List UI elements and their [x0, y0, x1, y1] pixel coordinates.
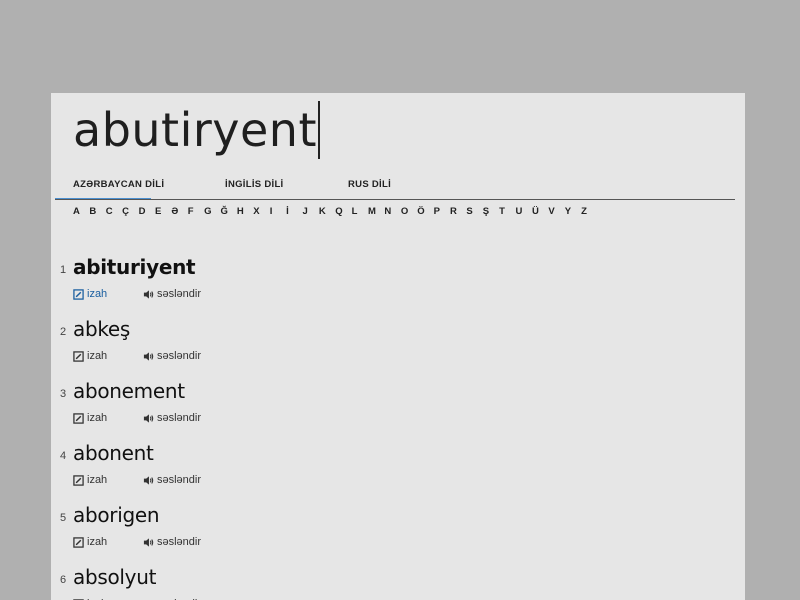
language-tabs: AZƏRBAYCAN DİLİ İNGİLİS DİLİ RUS DİLİ — [55, 179, 735, 201]
speaker-icon — [143, 351, 154, 362]
result-row: 4 abonent izah səsləndir — [51, 441, 745, 503]
alphabet-letter[interactable]: G — [204, 206, 220, 220]
alphabet-letter[interactable]: Z — [581, 206, 597, 220]
edit-box-icon — [73, 288, 84, 300]
alphabet-letter[interactable]: M — [368, 206, 384, 220]
seslendir-label: səsləndir — [157, 350, 202, 362]
alphabet-letter[interactable]: Q — [335, 206, 351, 220]
alphabet-letter[interactable]: Ç — [122, 206, 138, 220]
result-actions: izah səsləndir — [73, 288, 201, 300]
text-caret — [317, 101, 320, 159]
seslendir-label: səsləndir — [157, 536, 202, 548]
alphabet-letter[interactable]: F — [188, 206, 204, 220]
edit-box-icon — [73, 474, 84, 486]
seslendir-link[interactable]: səsləndir — [143, 288, 201, 300]
alphabet-letter[interactable]: Ğ — [221, 206, 237, 220]
result-actions: izah səsləndir — [73, 474, 201, 486]
seslendir-link[interactable]: səsləndir — [143, 536, 201, 548]
alphabet-letter[interactable]: L — [352, 206, 368, 220]
alphabet-letter[interactable]: T — [499, 206, 515, 220]
results-list: 1 abituriyent izah səsləndir 2 abkeş izah səslə… — [51, 255, 745, 600]
izah-link[interactable]: izah — [73, 536, 143, 548]
alphabet-index: ABCÇDEƏFGĞHXIİJKQLMNOÖPRSŞTUÜVYZ — [73, 206, 598, 220]
result-actions: izah səsləndir — [73, 536, 201, 548]
speaker-icon — [143, 475, 154, 486]
result-number: 4 — [60, 450, 67, 462]
alphabet-letter[interactable]: Ö — [417, 206, 433, 220]
alphabet-letter[interactable]: A — [73, 206, 89, 220]
alphabet-letter[interactable]: P — [434, 206, 450, 220]
seslendir-label: səsləndir — [157, 412, 202, 424]
tab-label: AZƏRBAYCAN DİLİ — [73, 179, 165, 190]
result-word[interactable]: abonement — [73, 379, 185, 403]
seslendir-link[interactable]: səsləndir — [143, 412, 201, 424]
result-number: 3 — [60, 388, 67, 400]
alphabet-letter[interactable]: I — [270, 206, 286, 220]
izah-label: izah — [87, 412, 108, 424]
result-word[interactable]: abituriyent — [73, 255, 196, 279]
alphabet-letter[interactable]: H — [237, 206, 253, 220]
tab-label: RUS DİLİ — [348, 179, 392, 190]
alphabet-letter[interactable]: E — [155, 206, 171, 220]
seslendir-link[interactable]: səsləndir — [143, 474, 201, 486]
edit-box-icon — [73, 412, 84, 424]
tabs-divider — [55, 199, 735, 200]
alphabet-letter[interactable]: N — [384, 206, 400, 220]
tab-english[interactable]: İNGİLİS DİLİ — [225, 179, 284, 190]
speaker-icon — [143, 537, 154, 548]
result-row: 5 aborigen izah səsləndir — [51, 503, 745, 565]
alphabet-letter[interactable]: Ə — [171, 206, 187, 220]
izah-link[interactable]: izah — [73, 474, 143, 486]
alphabet-letter[interactable]: Ş — [483, 206, 499, 220]
search-query-text: abutiryent — [73, 103, 317, 157]
izah-link[interactable]: izah — [73, 412, 143, 424]
result-row: 3 abonement izah səsləndir — [51, 379, 745, 441]
alphabet-letter[interactable]: Ü — [532, 206, 548, 220]
izah-label: izah — [87, 350, 108, 362]
izah-label: izah — [87, 288, 108, 300]
izah-label: izah — [87, 474, 108, 486]
result-word[interactable]: abkeş — [73, 317, 130, 341]
result-number: 5 — [60, 512, 67, 524]
seslendir-label: səsləndir — [157, 288, 202, 300]
speaker-icon — [143, 413, 154, 424]
tab-label: İNGİLİS DİLİ — [225, 179, 284, 190]
speaker-icon — [143, 289, 154, 300]
edit-box-icon — [73, 536, 84, 548]
result-actions: izah səsləndir — [73, 350, 201, 362]
izah-link[interactable]: izah — [73, 288, 143, 300]
result-word[interactable]: abonent — [73, 441, 154, 465]
result-number: 1 — [60, 264, 67, 276]
result-row: 1 abituriyent izah səsləndir — [51, 255, 745, 317]
tab-russian[interactable]: RUS DİLİ — [348, 179, 391, 190]
result-row: 2 abkeş izah səsləndir — [51, 317, 745, 379]
alphabet-letter[interactable]: X — [253, 206, 269, 220]
seslendir-label: səsləndir — [157, 474, 202, 486]
result-word[interactable]: aborigen — [73, 503, 160, 527]
result-word[interactable]: absolyut — [73, 565, 156, 589]
seslendir-link[interactable]: səsləndir — [143, 350, 201, 362]
alphabet-letter[interactable]: K — [319, 206, 335, 220]
tab-azerbaijani[interactable]: AZƏRBAYCAN DİLİ — [73, 179, 164, 190]
result-actions: izah səsləndir — [73, 412, 201, 424]
alphabet-letter[interactable]: O — [401, 206, 417, 220]
alphabet-letter[interactable]: S — [466, 206, 482, 220]
alphabet-letter[interactable]: İ — [286, 206, 302, 220]
izah-link[interactable]: izah — [73, 350, 143, 362]
alphabet-letter[interactable]: J — [302, 206, 318, 220]
alphabet-letter[interactable]: V — [548, 206, 564, 220]
alphabet-letter[interactable]: D — [139, 206, 155, 220]
alphabet-letter[interactable]: C — [106, 206, 122, 220]
alphabet-letter[interactable]: Y — [565, 206, 581, 220]
alphabet-letter[interactable]: R — [450, 206, 466, 220]
result-number: 2 — [60, 326, 67, 338]
alphabet-letter[interactable]: U — [516, 206, 532, 220]
result-row: 6absolyutizahsəsləndir — [51, 565, 745, 600]
dictionary-panel: abutiryent AZƏRBAYCAN DİLİ İNGİLİS DİLİ … — [51, 93, 745, 600]
result-number: 6 — [60, 574, 67, 586]
edit-box-icon — [73, 350, 84, 362]
alphabet-letter[interactable]: B — [89, 206, 105, 220]
izah-label: izah — [87, 536, 108, 548]
search-input[interactable]: abutiryent — [73, 101, 320, 159]
